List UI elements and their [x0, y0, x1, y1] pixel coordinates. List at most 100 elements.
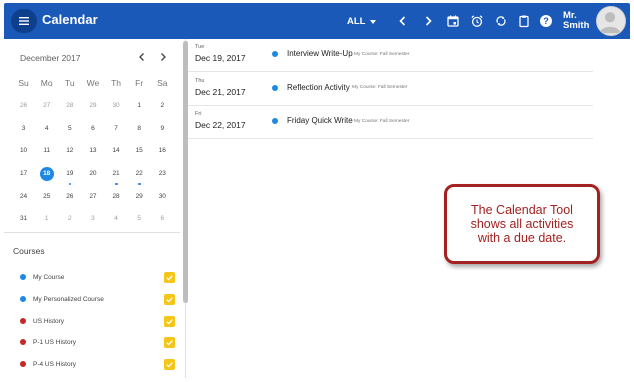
- calendar-day[interactable]: 17: [12, 166, 35, 182]
- callout-text: The Calendar Tool shows all activities w…: [470, 203, 574, 245]
- calendar-day[interactable]: 16: [151, 143, 174, 159]
- calendar-day[interactable]: 6: [81, 121, 104, 137]
- event-date: Dec 21, 2017: [195, 86, 246, 97]
- calendar-day[interactable]: 26: [58, 189, 81, 205]
- calendar-day[interactable]: 2: [58, 211, 81, 227]
- calendar-day-number: 3: [21, 124, 26, 132]
- calendar-day[interactable]: 23: [151, 166, 174, 182]
- course-item[interactable]: P-1 US History: [20, 336, 175, 348]
- course-checkbox[interactable]: [164, 315, 175, 327]
- calendar-day[interactable]: 26: [12, 98, 35, 114]
- calendar-day[interactable]: 4: [105, 211, 128, 227]
- calendar-day-number: 9: [160, 124, 165, 132]
- calendar-day[interactable]: 22: [128, 166, 151, 186]
- mini-next-chevron-icon[interactable]: [158, 51, 168, 65]
- calendar-day[interactable]: 2: [151, 98, 174, 114]
- calendar-day[interactable]: 24: [12, 189, 35, 205]
- calendar-day[interactable]: 29: [81, 98, 104, 114]
- agenda-event-row[interactable]: Tue Dec 19, 2017 Interview Write-Up My Cour…: [188, 39, 593, 72]
- calendar-day[interactable]: 15: [128, 143, 151, 159]
- event-title[interactable]: Reflection Activity: [287, 83, 350, 92]
- calendar-today-icon[interactable]: [446, 14, 460, 28]
- course-item[interactable]: My Personalized Course: [20, 293, 175, 305]
- calendar-day[interactable]: 30: [151, 189, 174, 205]
- calendar-day[interactable]: 5: [58, 121, 81, 137]
- calendar-day[interactable]: 30: [105, 98, 128, 114]
- event-course: My Course: Fall Semester: [354, 118, 410, 124]
- calendar-day[interactable]: 21: [105, 166, 128, 186]
- calendar-day[interactable]: 7: [105, 121, 128, 137]
- menu-icon[interactable]: [11, 9, 37, 33]
- calendar-day-number: 5: [68, 124, 72, 132]
- course-checkbox[interactable]: [164, 358, 175, 370]
- calendar-day[interactable]: 9: [151, 121, 174, 137]
- event-weekday: Tue: [195, 44, 205, 50]
- calendar-day[interactable]: 28: [58, 98, 81, 114]
- chevron-left-icon[interactable]: [396, 14, 410, 28]
- user-name[interactable]: Mr. Smith: [563, 11, 589, 31]
- mini-calendar-grid: Su Mo Tu We Th Fr Sa 26 27 28 29 30 1 2 3 4 5 6 7 8 9…: [12, 72, 174, 231]
- divider: [4, 232, 180, 233]
- calendar-day[interactable]: 12: [58, 143, 81, 159]
- calendar-day[interactable]: 20: [81, 166, 104, 182]
- calendar-day-number: 30: [112, 102, 120, 110]
- weekday-label: Sa: [157, 78, 168, 89]
- caret-down-icon: [370, 19, 377, 24]
- calendar-day-number: 6: [91, 124, 95, 132]
- course-item[interactable]: P-4 US History: [20, 358, 175, 370]
- course-checkbox[interactable]: [164, 293, 175, 305]
- mini-prev-chevron-icon[interactable]: [137, 51, 147, 65]
- avatar[interactable]: [596, 6, 626, 36]
- event-title[interactable]: Friday Quick Write: [287, 116, 353, 125]
- calendar-day-number: 5: [137, 215, 141, 223]
- calendar-day[interactable]: 1: [35, 211, 58, 227]
- course-checkbox[interactable]: [164, 336, 175, 348]
- clipboard-icon[interactable]: [517, 14, 531, 28]
- calendar-day[interactable]: 25: [35, 189, 58, 205]
- course-item[interactable]: My Course: [20, 271, 175, 283]
- agenda-event-row[interactable]: Fri Dec 22, 2017 Friday Quick Write My Cour…: [188, 106, 593, 139]
- calendar-day[interactable]: 27: [81, 189, 104, 205]
- agenda-event-row[interactable]: Thu Dec 21, 2017 Reflection Activity My Cou…: [188, 73, 593, 106]
- calendar-day-number: 13: [89, 147, 97, 155]
- calendar-day[interactable]: 6: [151, 211, 174, 227]
- calendar-day[interactable]: 11: [35, 143, 58, 159]
- calendar-day-number: 4: [114, 215, 118, 223]
- calendar-day[interactable]: 4: [35, 121, 58, 137]
- calendar-week-row: 31 1 2 3 4 5 6: [12, 208, 174, 231]
- calendar-day[interactable]: 31: [12, 211, 35, 227]
- calendar-day[interactable]: 14: [105, 143, 128, 159]
- calendar-day[interactable]: 8: [128, 121, 151, 137]
- calendar-day-number: 24: [19, 192, 28, 200]
- sync-icon[interactable]: [494, 14, 508, 28]
- app-window: Calendar ALL ? Mr. Smith December 2017 S…: [0, 0, 634, 382]
- calendar-day-number: 1: [137, 102, 141, 110]
- calendar-day-today[interactable]: 18: [35, 166, 58, 182]
- course-label: My Personalized Course: [33, 295, 104, 303]
- calendar-day[interactable]: 3: [81, 211, 104, 227]
- calendar-day[interactable]: 10: [12, 143, 35, 159]
- calendar-day-number: 25: [43, 192, 51, 200]
- calendar-day[interactable]: 5: [128, 211, 151, 227]
- calendar-week-row: 24 25 26 27 28 29 30: [12, 185, 174, 208]
- course-item[interactable]: US History: [20, 315, 175, 327]
- calendar-day[interactable]: 27: [35, 98, 58, 114]
- course-label: US History: [33, 317, 65, 325]
- calendar-day[interactable]: 19: [58, 166, 81, 186]
- event-dot-icon: [272, 84, 278, 91]
- course-checkbox[interactable]: [164, 271, 175, 283]
- calendar-day[interactable]: 1: [128, 98, 151, 114]
- user-name-line2: Smith: [563, 20, 590, 31]
- alarm-icon[interactable]: [470, 14, 484, 28]
- calendar-day[interactable]: 13: [81, 143, 104, 159]
- calendar-day-number: 20: [89, 170, 97, 178]
- calendar-day-number: 11: [43, 147, 51, 155]
- calendar-day[interactable]: 28: [105, 189, 128, 205]
- event-title[interactable]: Interview Write-Up: [287, 49, 353, 58]
- chevron-right-icon[interactable]: [421, 14, 435, 28]
- help-icon[interactable]: ?: [539, 14, 553, 28]
- calendar-day[interactable]: 3: [12, 121, 35, 137]
- sidebar: December 2017 Su Mo Tu We Th Fr Sa 26 27 2…: [4, 39, 188, 378]
- calendar-day[interactable]: 29: [128, 189, 151, 205]
- filter-dropdown[interactable]: ALL: [347, 16, 377, 27]
